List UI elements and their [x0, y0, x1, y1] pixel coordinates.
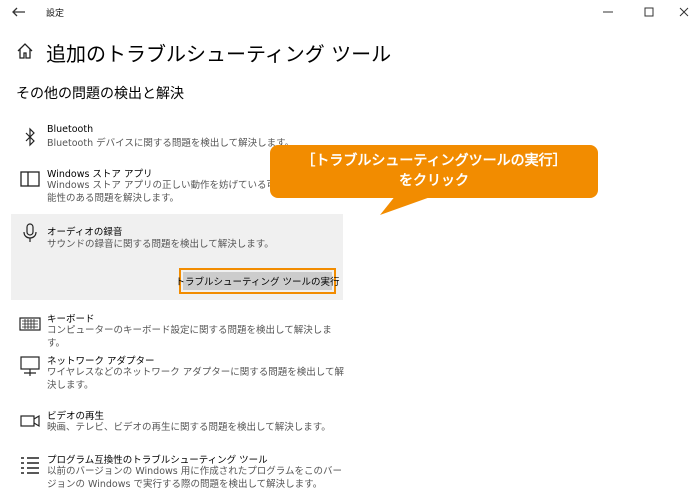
section-title: その他の問題の検出と解決: [16, 86, 184, 102]
troubleshooter-network-adapter[interactable]: ネットワーク アダプター ワイヤレスなどのネットワーク アダプターに関する問題を…: [11, 353, 344, 395]
page-title: 追加のトラブルシューティング ツール: [46, 42, 392, 66]
item-title: ネットワーク アダプター: [47, 356, 155, 367]
troubleshooter-keyboard[interactable]: キーボード コンピューターのキーボード設定に関する問題を検出して解決します。: [11, 311, 343, 349]
callout-line-2: をクリック: [399, 173, 469, 189]
title-bar: 設定: [0, 0, 700, 24]
item-title: Bluetooth: [47, 124, 94, 135]
instruction-callout: ［トラブルシューティングツールの実行］ をクリック: [270, 145, 598, 198]
item-description: サウンドの録音に関する問題を検出して解決します。: [47, 239, 274, 250]
item-title: ビデオの再生: [47, 411, 105, 422]
item-title: オーディオの録音: [47, 227, 123, 238]
keyboard-icon: [19, 317, 41, 331]
minimize-icon[interactable]: [600, 4, 616, 20]
troubleshooter-program-compat[interactable]: プログラム互換性のトラブルシューティング ツール 以前のバージョンの Windo…: [11, 452, 343, 496]
back-arrow-icon[interactable]: [10, 3, 28, 21]
home-icon[interactable]: [16, 42, 34, 60]
microphone-icon: [23, 223, 37, 242]
app-title: 設定: [46, 9, 65, 19]
troubleshooter-video-playback[interactable]: ビデオの再生 映画、テレビ、ビデオの再生に関する問題を検出して解決します。: [11, 408, 343, 438]
item-description: Windows ストア アプリの正しい動作を妨げている可能性のある問題を解決しま…: [47, 180, 276, 204]
item-title: プログラム互換性のトラブルシューティング ツール: [47, 455, 268, 466]
run-button-label: トラブルシューティング ツールの実行: [176, 272, 339, 290]
network-adapter-icon: [20, 356, 40, 376]
bluetooth-icon: [25, 127, 35, 147]
store-app-icon: [20, 171, 40, 187]
item-title: Windows ストア アプリ: [47, 169, 153, 180]
program-compat-icon: [21, 457, 39, 474]
item-description: 以前のバージョンの Windows 用に作成されたプログラムをこのバージョンの …: [47, 466, 342, 490]
item-description: ワイヤレスなどのネットワーク アダプターに関する問題を検出して解決します。: [47, 367, 344, 391]
maximize-icon[interactable]: [641, 4, 657, 20]
item-title: キーボード: [47, 314, 95, 325]
video-icon: [20, 414, 40, 428]
item-description: コンピューターのキーボード設定に関する問題を検出して解決します。: [47, 325, 332, 349]
item-description: 映画、テレビ、ビデオの再生に関する問題を検出して解決します。: [47, 422, 331, 433]
item-description: Bluetooth デバイスに関する問題を検出して解決します。: [47, 138, 295, 149]
run-troubleshooter-button[interactable]: トラブルシューティング ツールの実行: [176, 268, 339, 294]
close-icon[interactable]: [676, 4, 692, 20]
callout-line-1: ［トラブルシューティングツールの実行］: [301, 153, 567, 169]
